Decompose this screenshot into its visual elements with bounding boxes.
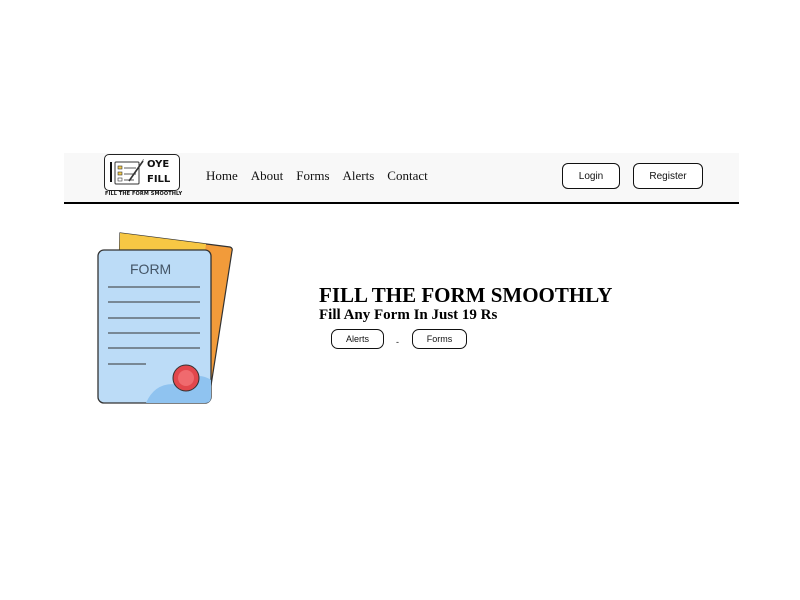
nav-link-alerts[interactable]: Alerts [343, 168, 375, 184]
hero-subtitle: Fill Any Form In Just 19 Rs [319, 307, 498, 323]
form-document-icon: FORM [97, 232, 233, 404]
form-illustration-label: FORM [130, 261, 171, 277]
hero-forms-button[interactable]: Forms [412, 329, 467, 349]
checklist-clipboard-icon [110, 159, 144, 185]
logo-tagline: FILL THE FORM SMOOTHLY [105, 191, 183, 197]
nav-link-contact[interactable]: Contact [387, 168, 427, 184]
logo-line1: OYE [147, 159, 170, 170]
navbar: OYE FILL FILL THE FORM SMOOTHLY Home Abo… [64, 153, 739, 204]
logo-box: OYE FILL [104, 154, 180, 191]
nav-links: Home About Forms Alerts Contact [206, 168, 428, 184]
hero-separator: - [396, 337, 399, 347]
login-button[interactable]: Login [562, 163, 620, 189]
register-button[interactable]: Register [633, 163, 703, 189]
page: OYE FILL FILL THE FORM SMOOTHLY Home Abo… [0, 0, 800, 600]
nav-link-forms[interactable]: Forms [296, 168, 329, 184]
logo-line2: FILL [147, 174, 171, 185]
logo[interactable]: OYE FILL FILL THE FORM SMOOTHLY [104, 154, 183, 200]
hero-title: FILL THE FORM SMOOTHLY [319, 283, 613, 307]
logo-text: OYE FILL [147, 157, 170, 187]
nav-link-about[interactable]: About [251, 168, 284, 184]
nav-link-home[interactable]: Home [206, 168, 238, 184]
hero-alerts-button[interactable]: Alerts [331, 329, 384, 349]
